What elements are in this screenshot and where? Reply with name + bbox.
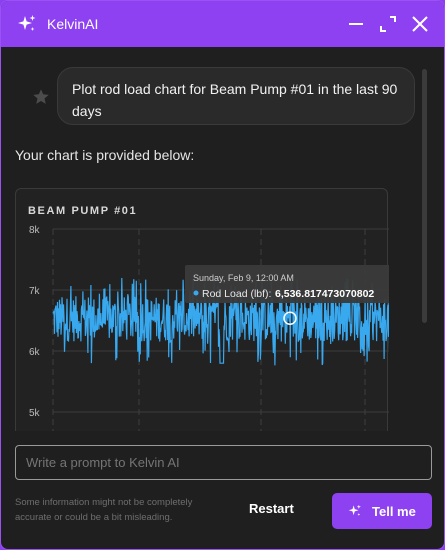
rod-load-chart[interactable]: 8k 7k 6k 5k Sunday, Feb 9, 12:00 AM Rod Load … [16, 189, 389, 431]
minimize-icon[interactable] [346, 14, 366, 34]
prompt-input[interactable] [15, 445, 432, 480]
y-tick-label: 7k [29, 286, 41, 297]
kelvinai-window: KelvinAI Plot rod load chart for Beam Pu… [0, 0, 445, 550]
close-icon[interactable] [410, 14, 430, 34]
chart-card: 8k 7k 6k 5k Sunday, Feb 9, 12:00 AM Rod Load … [15, 188, 389, 431]
disclaimer-text: Some information might not be completely… [15, 497, 193, 523]
user-message-bubble: Plot rod load chart for Beam Pump #01 in… [57, 67, 415, 125]
tell-me-button[interactable]: Tell me [332, 493, 432, 529]
assistant-message-text: Your chart is provided below: [15, 147, 195, 163]
chat-scrollbar[interactable] [422, 69, 427, 323]
chart-title: BEAM PUMP #01 [28, 205, 138, 217]
tooltip-value: 6,536.817473070802 [275, 288, 374, 300]
y-tick-label: 6k [29, 347, 41, 358]
sparkle-icon [348, 504, 361, 516]
expand-icon[interactable] [378, 14, 398, 34]
chat-area[interactable]: Plot rod load chart for Beam Pump #01 in… [1, 47, 444, 431]
title-bar: KelvinAI [1, 1, 444, 47]
y-tick-label: 8k [29, 225, 41, 236]
sparkle-icon [18, 15, 36, 31]
restart-button[interactable]: Restart [249, 501, 294, 516]
tooltip-series-dot [193, 290, 199, 296]
tooltip-date: Sunday, Feb 9, 12:00 AM [193, 273, 294, 283]
star-icon [33, 89, 49, 104]
y-tick-label: 5k [29, 408, 41, 419]
tooltip-series-label: Rod Load (lbf): [202, 288, 271, 300]
tell-me-label: Tell me [372, 504, 416, 519]
app-title: KelvinAI [47, 16, 99, 32]
